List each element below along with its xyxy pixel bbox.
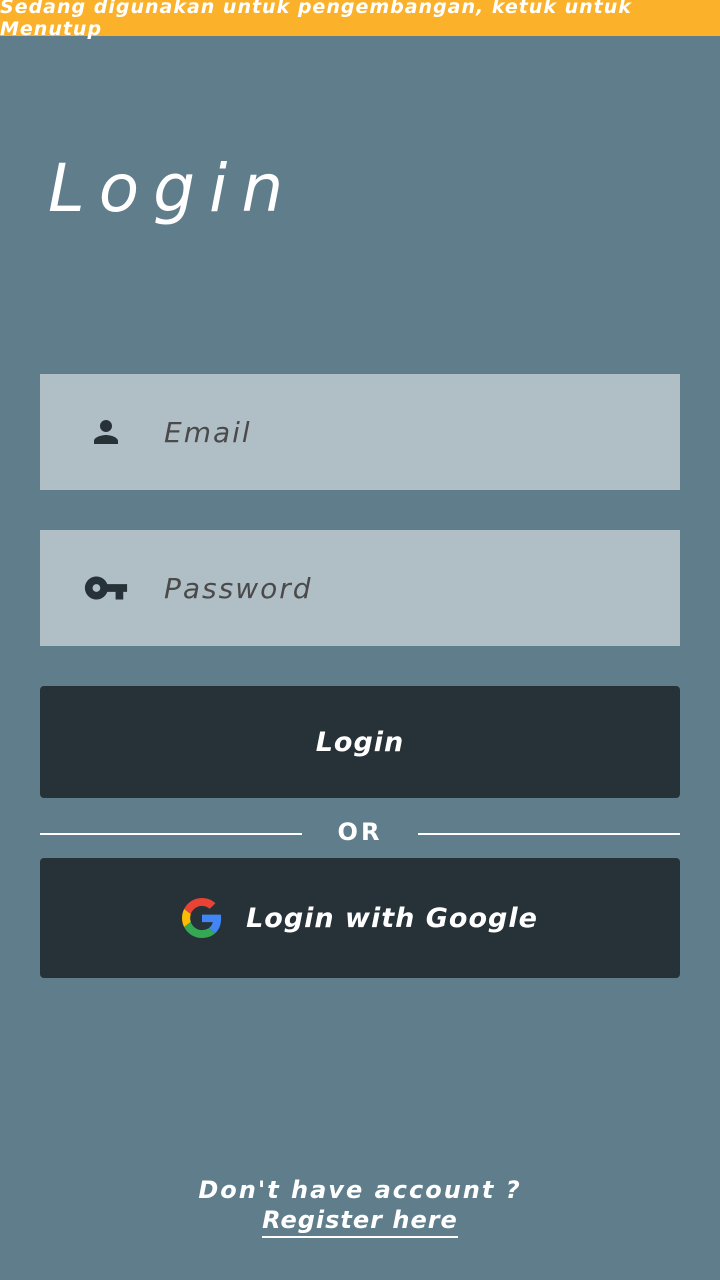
google-login-button[interactable]: Login with Google	[40, 858, 680, 978]
dev-mode-banner-text: Sedang digunakan untuk pengembangan, ket…	[0, 0, 632, 40]
register-footer: Don't have account ? Register here	[0, 1176, 720, 1238]
or-divider: OR	[40, 814, 680, 854]
person-icon	[82, 408, 130, 456]
dev-mode-banner[interactable]: Sedang digunakan untuk pengembangan, ket…	[0, 0, 720, 40]
divider-line-right	[418, 833, 680, 835]
password-input[interactable]	[162, 557, 646, 619]
login-button-label: Login	[315, 726, 405, 758]
login-button[interactable]: Login	[40, 686, 680, 798]
or-divider-label: OR	[337, 818, 383, 846]
password-field-container[interactable]	[40, 530, 680, 646]
page-title: Login	[48, 150, 298, 227]
no-account-question: Don't have account ?	[198, 1176, 522, 1204]
key-icon	[82, 564, 130, 612]
email-input[interactable]	[162, 401, 646, 463]
register-link[interactable]: Register here	[262, 1206, 458, 1238]
google-login-button-label: Login with Google	[246, 902, 538, 934]
email-field-container[interactable]	[40, 374, 680, 490]
google-g-icon	[182, 898, 222, 938]
